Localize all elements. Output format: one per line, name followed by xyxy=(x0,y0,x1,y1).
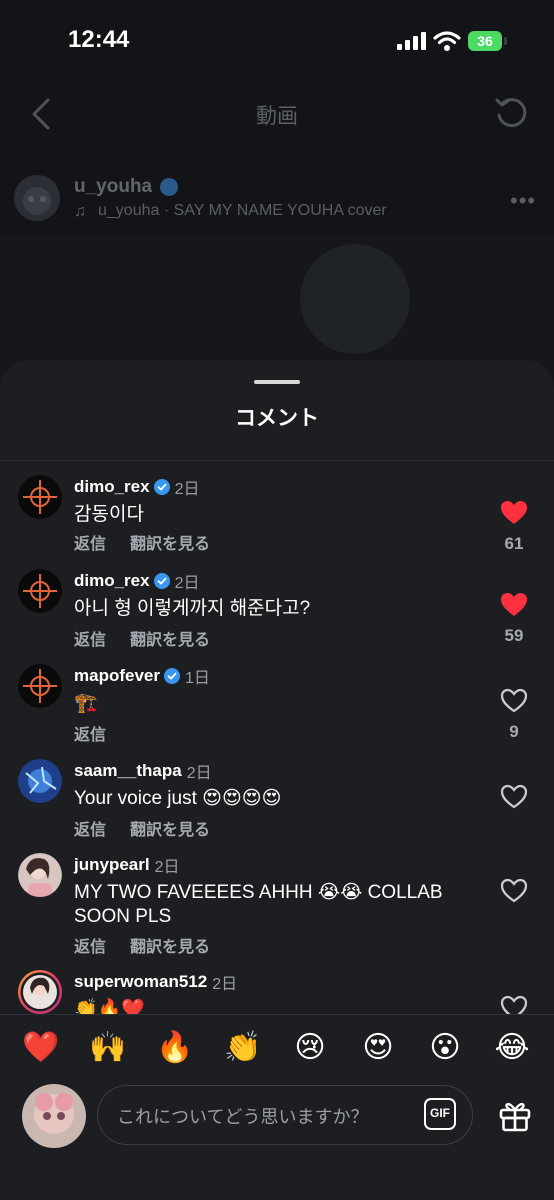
comment-text: 아니 형 이렇게까지 해준다고? xyxy=(74,598,311,619)
sheet-drag-handle[interactable] xyxy=(254,380,300,384)
comment-text: 🏗️ xyxy=(74,693,98,714)
comment-timestamp: 2日 xyxy=(174,481,200,498)
reaction-sad[interactable]: 😢 xyxy=(290,1030,330,1066)
comment-input-placeholder: これについてどう思いますか？ xyxy=(117,1107,369,1127)
comment-header: junypearl 2日 xyxy=(74,853,180,877)
more-icon[interactable]: ••• xyxy=(510,188,536,214)
see-translation-button[interactable]: 翻訳を見る xyxy=(130,939,210,956)
video-frame-figure xyxy=(300,244,410,354)
post-username[interactable]: u_youha xyxy=(74,176,152,198)
heart-icon[interactable] xyxy=(500,500,528,526)
comment-actions: 返信 翻訳を見る xyxy=(74,530,234,554)
comment-timestamp: 2日 xyxy=(186,765,212,782)
comment-username[interactable]: saam__thapa xyxy=(74,761,182,781)
current-user-avatar xyxy=(22,1084,86,1148)
comment-avatar[interactable] xyxy=(18,664,62,708)
reaction-surprised[interactable]: 😮 xyxy=(425,1030,465,1066)
verified-icon xyxy=(163,668,180,684)
status-bar: 12:44 36 xyxy=(0,0,554,84)
comment-header: superwoman512 2日 xyxy=(74,970,237,994)
comment-timestamp: 1日 xyxy=(184,670,210,687)
comment-header: mapofever 1日 xyxy=(74,664,210,688)
heart-icon[interactable] xyxy=(500,688,528,714)
gif-icon[interactable]: GIF xyxy=(424,1098,456,1130)
music-note-icon: ♫ xyxy=(74,203,86,220)
sheet-title: コメント xyxy=(235,407,319,430)
like-count: 59 xyxy=(504,626,524,645)
signal-icon xyxy=(397,32,426,50)
post-author-avatar[interactable] xyxy=(14,175,60,221)
reaction-heart[interactable]: ❤️ xyxy=(21,1030,61,1066)
comment-avatar[interactable] xyxy=(18,853,62,897)
comment-header: dimo_rex 2日 xyxy=(74,569,200,593)
reaction-raised-hands[interactable]: 🙌 xyxy=(88,1030,128,1066)
comment-username[interactable]: dimo_rex xyxy=(74,477,150,497)
gift-icon[interactable] xyxy=(497,1097,533,1133)
divider xyxy=(0,460,554,461)
comment-text: 감동이다 xyxy=(74,504,144,525)
comment-timestamp: 2日 xyxy=(154,859,180,876)
reaction-laugh[interactable]: 😂 xyxy=(492,1030,532,1066)
comment-username[interactable]: junypearl xyxy=(74,855,150,875)
comment-username[interactable]: superwoman512 xyxy=(74,972,207,992)
verified-icon xyxy=(153,573,170,589)
wifi-icon xyxy=(433,31,461,51)
comment-timestamp: 2日 xyxy=(174,575,200,592)
comment-actions: 返信 翻訳を見る xyxy=(74,816,234,840)
reply-button[interactable]: 返信 xyxy=(74,632,106,649)
quick-reaction-bar xyxy=(0,1014,554,1083)
reply-button[interactable]: 返信 xyxy=(74,822,106,839)
reaction-heart-eyes[interactable]: 😍 xyxy=(358,1030,398,1066)
verified-icon xyxy=(160,178,178,196)
comment-actions: 返信 翻訳を見る xyxy=(74,933,234,957)
see-translation-button[interactable]: 翻訳を見る xyxy=(130,536,210,553)
battery-icon: 36 xyxy=(468,31,508,51)
heart-icon[interactable] xyxy=(500,784,528,810)
see-translation-button[interactable]: 翻訳を見る xyxy=(130,632,210,649)
see-translation-button[interactable]: 翻訳を見る xyxy=(130,822,210,839)
status-time: 12:44 xyxy=(68,26,130,53)
like-count: 61 xyxy=(504,534,524,553)
reply-button[interactable]: 返信 xyxy=(74,727,106,744)
comment-header: dimo_rex 2日 xyxy=(74,475,200,499)
comment-username[interactable]: mapofever xyxy=(74,666,160,686)
comment-avatar[interactable] xyxy=(18,970,62,1014)
heart-icon[interactable] xyxy=(500,592,528,618)
page-title: 動画 xyxy=(256,105,298,128)
refresh-icon[interactable] xyxy=(494,94,530,132)
comment-username[interactable]: dimo_rex xyxy=(74,571,150,591)
reply-button[interactable]: 返信 xyxy=(74,536,106,553)
heart-icon[interactable] xyxy=(500,878,528,904)
post-audio-label[interactable]: u_youha · SAY MY NAME YOUHA cover xyxy=(98,202,387,220)
like-count: 9 xyxy=(509,722,519,741)
comment-actions: 返信 xyxy=(74,721,130,745)
comment-timestamp: 2日 xyxy=(212,976,238,993)
comment-avatar[interactable] xyxy=(18,759,62,803)
comment-avatar[interactable] xyxy=(18,475,62,519)
reaction-clap[interactable]: 👏 xyxy=(223,1030,263,1066)
battery-level: 36 xyxy=(468,31,502,51)
comment-avatar[interactable] xyxy=(18,569,62,613)
comment-text: MY TWO FAVEEEES AHHH 😭😭 COLLAB SOON PLS xyxy=(74,882,443,927)
verified-icon xyxy=(153,479,170,495)
comment-actions: 返信 翻訳を見る xyxy=(74,626,234,650)
reply-button[interactable]: 返信 xyxy=(74,939,106,956)
comment-header: saam__thapa 2日 xyxy=(74,759,212,783)
comment-text: Your voice just 😍😍😍😍 xyxy=(74,788,282,809)
reaction-fire[interactable]: 🔥 xyxy=(155,1030,195,1066)
